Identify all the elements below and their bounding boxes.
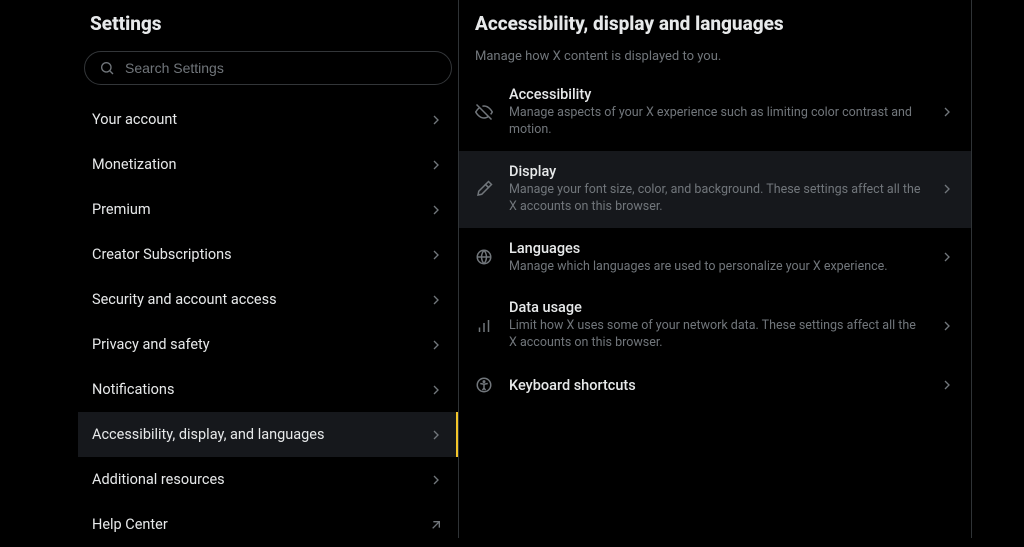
sidebar-item-label: Notifications: [92, 381, 428, 398]
chevron-right-icon: [428, 472, 444, 488]
option-title: Accessibility: [509, 86, 923, 103]
settings-nav: Your account Monetization Premium Creato…: [78, 97, 458, 547]
option-desc: Limit how X uses some of your network da…: [509, 318, 923, 352]
detail-title: Accessibility, display and languages: [459, 0, 971, 41]
sidebar-item-security-and-account-access[interactable]: Security and account access: [78, 277, 458, 322]
chevron-right-icon: [428, 247, 444, 263]
option-text: Accessibility Manage aspects of your X e…: [509, 86, 923, 139]
chevron-right-icon: [428, 427, 444, 443]
chevron-right-icon: [428, 112, 444, 128]
bar-chart-icon: [475, 317, 493, 335]
option-text: Keyboard shortcuts: [509, 377, 923, 394]
sidebar-item-your-account[interactable]: Your account: [78, 97, 458, 142]
sidebar-item-label: Your account: [92, 111, 428, 128]
option-languages[interactable]: Languages Manage which languages are use…: [459, 228, 971, 288]
page-title: Settings: [78, 0, 458, 47]
option-accessibility[interactable]: Accessibility Manage aspects of your X e…: [459, 74, 971, 151]
search-icon: [99, 60, 115, 76]
option-text: Languages Manage which languages are use…: [509, 240, 923, 276]
chevron-right-icon: [939, 181, 955, 197]
option-data-usage[interactable]: Data usage Limit how X uses some of your…: [459, 287, 971, 364]
option-desc: Manage which languages are used to perso…: [509, 259, 923, 276]
sidebar-item-help-center[interactable]: Help Center: [78, 502, 458, 547]
sidebar-item-label: Privacy and safety: [92, 336, 428, 353]
option-desc: Manage aspects of your X experience such…: [509, 105, 923, 139]
option-desc: Manage your font size, color, and backgr…: [509, 182, 923, 216]
sidebar-item-additional-resources[interactable]: Additional resources: [78, 457, 458, 502]
left-gutter: [0, 0, 78, 538]
chevron-right-icon: [939, 318, 955, 334]
search-container: [78, 47, 458, 93]
chevron-right-icon: [939, 377, 955, 393]
sidebar-item-label: Premium: [92, 201, 428, 218]
option-title: Languages: [509, 240, 923, 257]
search-input[interactable]: [125, 60, 437, 76]
sidebar-item-label: Creator Subscriptions: [92, 246, 428, 263]
sidebar-item-premium[interactable]: Premium: [78, 187, 458, 232]
option-title: Display: [509, 163, 923, 180]
options-list: Accessibility Manage aspects of your X e…: [459, 74, 971, 406]
sidebar-item-notifications[interactable]: Notifications: [78, 367, 458, 412]
chevron-right-icon: [428, 157, 444, 173]
eye-off-icon: [475, 103, 493, 121]
sidebar-item-accessibility-display-languages[interactable]: Accessibility, display, and languages: [78, 412, 458, 457]
detail-panel: Accessibility, display and languages Man…: [459, 0, 972, 538]
option-display[interactable]: Display Manage your font size, color, an…: [459, 151, 971, 228]
accessibility-icon: [475, 376, 493, 394]
external-link-icon: [428, 517, 444, 533]
option-text: Display Manage your font size, color, an…: [509, 163, 923, 216]
sidebar-item-label: Additional resources: [92, 471, 428, 488]
chevron-right-icon: [939, 249, 955, 265]
chevron-right-icon: [428, 202, 444, 218]
chevron-right-icon: [428, 382, 444, 398]
chevron-right-icon: [428, 337, 444, 353]
sidebar-item-creator-subscriptions[interactable]: Creator Subscriptions: [78, 232, 458, 277]
chevron-right-icon: [939, 104, 955, 120]
search-box[interactable]: [84, 51, 452, 85]
settings-sidebar: Settings Your account Monetization Premi…: [78, 0, 459, 538]
sidebar-item-label: Monetization: [92, 156, 428, 173]
sidebar-item-monetization[interactable]: Monetization: [78, 142, 458, 187]
detail-subtitle: Manage how X content is displayed to you…: [459, 41, 971, 74]
sidebar-item-privacy-and-safety[interactable]: Privacy and safety: [78, 322, 458, 367]
option-title: Keyboard shortcuts: [509, 377, 923, 394]
sidebar-item-label: Help Center: [92, 516, 428, 533]
paintbrush-icon: [475, 180, 493, 198]
option-text: Data usage Limit how X uses some of your…: [509, 299, 923, 352]
right-gutter: [972, 0, 1024, 538]
globe-icon: [475, 248, 493, 266]
sidebar-item-label: Security and account access: [92, 291, 428, 308]
chevron-right-icon: [428, 292, 444, 308]
option-keyboard-shortcuts[interactable]: Keyboard shortcuts: [459, 364, 971, 406]
sidebar-item-label: Accessibility, display, and languages: [92, 426, 428, 443]
option-title: Data usage: [509, 299, 923, 316]
